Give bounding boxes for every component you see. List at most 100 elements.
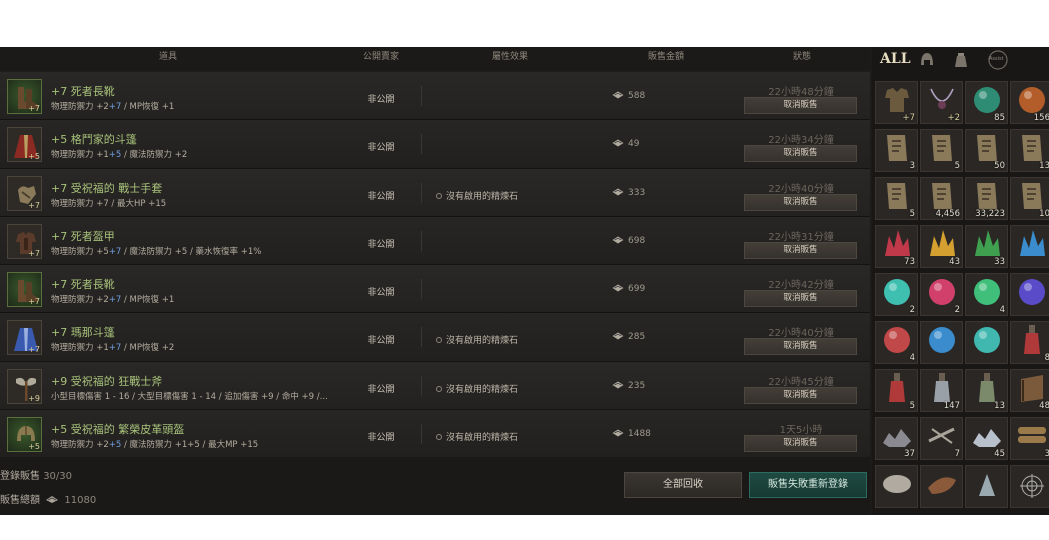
tab-all[interactable]: ALL [880, 51, 911, 73]
cancel-sale-button[interactable]: 取消販售 [744, 338, 857, 356]
inventory-slot[interactable]: 37 [875, 417, 918, 460]
item-slot[interactable]: +7 [7, 79, 42, 114]
item-count: 2 [954, 305, 960, 315]
item-name: +7 瑪那斗篷 [51, 326, 115, 340]
inventory-slot[interactable]: 4,456 [920, 177, 963, 220]
item-slot[interactable]: +9 [7, 368, 42, 404]
inventory-slot[interactable]: +2 [920, 81, 963, 124]
inventory-slot[interactable]: +7 [875, 81, 918, 124]
reclaim-all-button[interactable]: 全部回收 [624, 472, 742, 498]
inventory-slot[interactable] [920, 321, 963, 364]
cancel-sale-button[interactable]: 取消販售 [744, 290, 857, 308]
item-slot[interactable]: +5 [7, 127, 42, 163]
gem-icon [970, 323, 1004, 361]
inventory-slot[interactable] [1010, 273, 1049, 316]
sale-row: +7 +7 死者長靴 物理防禦力 +2+7 / MP恢復 +1 非公開 588 … [0, 72, 870, 121]
sale-row: +9 +9 受祝福的 狂戰士斧 小型目標傷害 1 - 16 / 大型目標傷害 1… [0, 361, 870, 411]
scroll-icon [881, 179, 913, 217]
item-count: 156 [1033, 113, 1049, 123]
inventory-slot[interactable] [875, 465, 918, 508]
sale-row: +7 +7 瑪那斗篷 物理防禦力 +1+7 / MP恢復 +2 非公開 沒有啟用… [0, 313, 870, 362]
column-divider [421, 86, 422, 106]
stats-bonus: +7 [108, 102, 122, 112]
item-stats: 小型目標傷害 1 - 16 / 大型目標傷害 1 - 14 / 追加傷害 +9 … [51, 390, 328, 402]
inventory-panel: ALL Assist +7 +2 85 156 3 5 50 13 5 4,456 33,223 10… [872, 47, 1049, 515]
inventory-slot[interactable]: 3 [1010, 417, 1049, 460]
inventory-slot[interactable]: 45 [965, 417, 1008, 460]
item-slot[interactable]: +7 [7, 272, 42, 308]
inventory-tabs: ALL Assist [872, 47, 1049, 75]
tab-consumables[interactable] [950, 49, 974, 71]
cancel-sale-button[interactable]: 取消販售 [744, 386, 857, 404]
total-value: 11080 [64, 495, 97, 506]
relist-failed-button[interactable]: 販售失敗重新登錄 [749, 472, 867, 498]
inventory-slot[interactable] [1010, 465, 1049, 508]
sales-footer: 登錄販售 30/30 販售總額 11080 全部回收 販售失敗重新登錄 [0, 457, 870, 515]
inventory-slot[interactable]: 7 [920, 417, 963, 460]
sale-price: 1488 [612, 429, 651, 439]
silver-icon [612, 236, 624, 244]
inventory-slot[interactable]: 5 [920, 129, 963, 172]
inventory-slot[interactable] [920, 465, 963, 508]
item-stats: 物理防禦力 +5+7 / 魔法防禦力 +5 / 藥水恢復率 +1% [51, 245, 261, 257]
inventory-slot[interactable]: 4 [965, 273, 1008, 316]
cancel-sale-button[interactable]: 取消販售 [744, 145, 857, 163]
enhance-level: +7 [28, 200, 40, 210]
item-name: +7 死者長靴 [51, 85, 115, 98]
inventory-slot[interactable]: 33,223 [965, 177, 1008, 220]
item-count: 48 [1039, 401, 1049, 411]
header-status: 狀態 [792, 52, 812, 62]
item-count: 4 [999, 305, 1005, 315]
column-divider [421, 424, 422, 445]
item-slot[interactable]: +7 [7, 320, 42, 356]
inventory-slot[interactable] [965, 321, 1008, 364]
cancel-sale-button[interactable]: 取消販售 [744, 241, 857, 259]
inventory-slot[interactable]: 13 [965, 369, 1008, 412]
cancel-sale-button[interactable]: 取消販售 [744, 193, 857, 211]
gem-icon [880, 323, 914, 361]
column-divider [421, 375, 422, 396]
cancel-sale-button[interactable]: 取消販售 [744, 435, 857, 453]
inventory-slot[interactable]: 147 [920, 369, 963, 412]
inventory-slot[interactable]: 33 [965, 225, 1008, 268]
seller-status: 非公開 [367, 433, 395, 444]
tab-assist[interactable]: Assist [986, 49, 1010, 71]
item-count: 45 [994, 449, 1005, 459]
inventory-slot[interactable]: 3 [875, 129, 918, 172]
inventory-slot[interactable]: 5 [875, 177, 918, 220]
item-count: 7 [954, 449, 960, 459]
time-remaining: 22小時40分鐘 [768, 183, 834, 195]
inventory-slot[interactable]: 43 [920, 225, 963, 268]
inventory-slot[interactable]: 10 [1010, 177, 1049, 220]
item-slot[interactable]: +7 [7, 175, 42, 211]
inventory-slot[interactable]: 4 [875, 321, 918, 364]
item-slot[interactable]: +7 [7, 223, 42, 259]
effect-text: 沒有啟用的精煉石 [446, 336, 519, 347]
item-name: +7 死者長靴 [51, 278, 115, 292]
stats-rest: / 魔法防禦力 +5 / 藥水恢復率 +1% [121, 246, 262, 257]
inventory-slot[interactable]: 13 [1010, 129, 1049, 172]
inventory-slot[interactable] [1010, 225, 1049, 268]
inventory-slot[interactable]: 8 [1010, 321, 1049, 364]
inventory-slot[interactable]: 48 [1010, 369, 1049, 412]
item-count: 2 [909, 305, 915, 315]
cancel-sale-button[interactable]: 取消販售 [744, 97, 857, 114]
stats-base: 小型目標傷害 1 - 16 / 大型目標傷害 1 - 14 / 追加傷害 +9 … [51, 391, 328, 402]
item-slot[interactable]: +5 [7, 417, 42, 453]
item-count: 33,223 [975, 209, 1005, 219]
inventory-slot[interactable] [965, 465, 1008, 508]
enhance-level: +7 [28, 248, 40, 258]
inventory-slot[interactable]: 5 [875, 369, 918, 412]
inventory-slot[interactable]: 2 [875, 273, 918, 316]
seller-status: 非公開 [367, 336, 395, 347]
silver-icon [612, 91, 624, 99]
inventory-slot[interactable]: 85 [965, 81, 1008, 124]
inventory-slot[interactable]: 50 [965, 129, 1008, 172]
inventory-slot[interactable]: 2 [920, 273, 963, 316]
item-count: 10 [1039, 209, 1049, 219]
tab-equipment[interactable] [916, 49, 940, 71]
hide-icon [924, 470, 960, 502]
item-count: 147 [943, 401, 960, 411]
inventory-slot[interactable]: 156 [1010, 81, 1049, 124]
inventory-slot[interactable]: 73 [875, 225, 918, 268]
